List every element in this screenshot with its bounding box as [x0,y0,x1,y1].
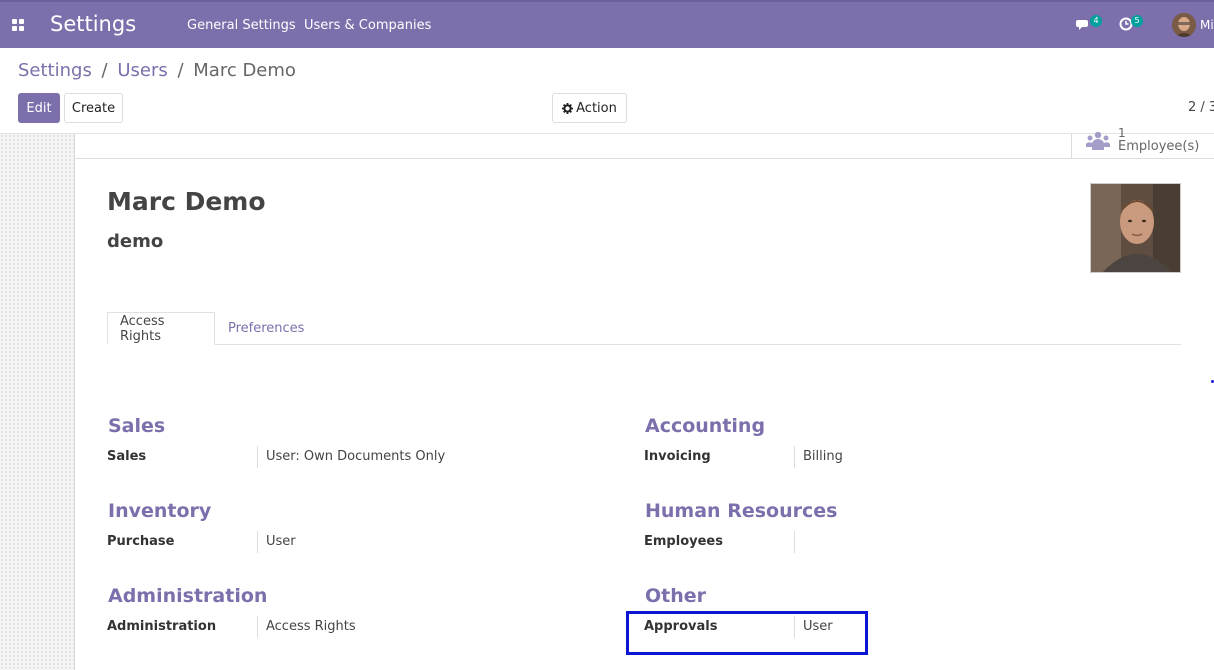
menu-general-settings[interactable]: General Settings [187,18,296,33]
apps-menu-icon[interactable] [12,19,24,31]
tab-preferences[interactable]: Preferences [216,312,316,345]
user-name-title: Marc Demo [107,187,266,216]
create-button[interactable]: Create [64,93,123,123]
form-background [0,134,74,670]
button-box-divider [75,158,1214,159]
messages-icon[interactable] [1076,17,1090,31]
group-title-sales: Sales [108,415,166,437]
field-label-sales: Sales [107,449,147,464]
field-value-administration: Access Rights [266,619,356,634]
employee-label: Employee(s) [1118,139,1200,154]
user-login: demo [107,231,164,252]
action-label: Action [576,100,617,116]
field-value-sales: User: Own Documents Only [266,449,446,464]
user-avatar[interactable] [1172,13,1196,37]
breadcrumb-current: Marc Demo [193,60,296,81]
users-icon [1086,132,1110,150]
activities-badge: 5 [1131,15,1143,27]
breadcrumb: Settings / Users / Marc Demo [18,60,296,81]
menu-users-companies[interactable]: Users & Companies [304,18,431,33]
field-separator [794,446,795,468]
field-separator [257,531,258,553]
pager-value[interactable]: 2 / 3 [1188,100,1214,115]
field-separator [257,616,258,638]
messages-badge: 4 [1090,15,1102,27]
top-navbar: Settings General Settings Users & Compan… [0,0,1214,48]
employee-count: 1 [1118,126,1126,140]
field-value-purchase: User [266,534,296,549]
group-title-inventory: Inventory [108,500,212,522]
field-value-invoicing: Billing [803,449,843,464]
field-separator [794,531,795,553]
employees-stat-button[interactable]: 1 Employee(s) [1071,126,1214,158]
group-title-accounting: Accounting [645,415,766,437]
tab-access-rights[interactable]: Access Rights [107,312,215,345]
group-title-administration: Administration [108,585,268,607]
app-title[interactable]: Settings [50,12,136,36]
field-label-employees: Employees [644,534,723,549]
group-title-human-resources: Human Resources [645,500,838,522]
user-name[interactable]: Mi [1200,18,1214,32]
edit-button[interactable]: Edit [18,93,60,123]
field-label-purchase: Purchase [107,534,175,549]
highlight-annotation-box [626,611,868,655]
group-title-other: Other [645,585,707,607]
field-label-invoicing: Invoicing [644,449,711,464]
breadcrumb-users[interactable]: Users [117,60,167,81]
user-photo[interactable] [1090,183,1181,273]
gear-icon [562,102,574,114]
breadcrumb-settings[interactable]: Settings [18,60,92,81]
field-label-administration: Administration [107,619,217,634]
field-separator [257,446,258,468]
action-button[interactable]: Action [552,93,627,123]
